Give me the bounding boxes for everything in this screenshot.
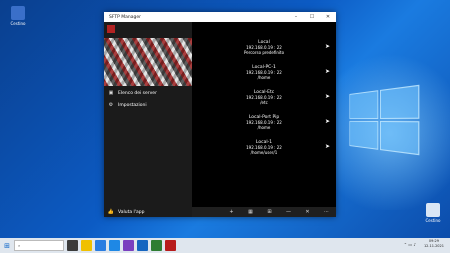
more-icon[interactable]: ⋯	[317, 209, 336, 215]
command-bar: + ▦ ⊞ — ✕ ⋯	[192, 207, 336, 217]
app-window: SFTP Manager – ☐ ✕ ▣ Elenco dei server ⚙…	[104, 12, 336, 217]
title-bar[interactable]: SFTP Manager – ☐ ✕	[104, 12, 336, 22]
server-path: /etc	[260, 100, 268, 105]
recycle-bin-icon	[426, 203, 440, 217]
taskbar-app-task-view[interactable]	[67, 240, 78, 251]
windows-wallpaper-logo	[349, 84, 421, 156]
nav-item-label: Impostazioni	[118, 102, 147, 108]
minimize-button[interactable]: –	[288, 14, 304, 20]
server-path: /home/user/1	[250, 150, 278, 155]
desktop-icon-recycle-bin-2[interactable]: Cestino	[418, 203, 448, 223]
server-list-icon: ▣	[108, 90, 114, 96]
taskbar-app-vscode[interactable]	[137, 240, 148, 251]
hamburger-menu-button[interactable]	[107, 25, 115, 33]
clock-date: 12.11.2021	[423, 244, 444, 248]
server-item[interactable]: Local-1 192.168.0.19 : 22 /home/user/1 ➤	[192, 140, 336, 155]
search-box[interactable]: ⌕	[14, 240, 64, 251]
connect-arrow-icon[interactable]: ➤	[325, 119, 330, 125]
server-item[interactable]: Local 192.168.0.19 : 22 Percorso predefi…	[192, 40, 336, 55]
clock[interactable]: 09:29 12.11.2021	[424, 239, 444, 249]
taskbar-app-sftp-manager[interactable]	[165, 240, 176, 251]
search-icon: ⌕	[18, 243, 21, 248]
nav-item-server-list[interactable]: ▣ Elenco dei server	[104, 88, 192, 98]
nav-item-label: Valuta l'app	[118, 209, 145, 215]
taskbar-app-store[interactable]	[109, 240, 120, 251]
system-tray-icons[interactable]: ⌃ ▭ ♪	[404, 242, 416, 247]
tiles-icon[interactable]: ⊞	[260, 209, 279, 215]
thumbs-up-icon: 👍	[107, 209, 115, 215]
recycle-bin-icon	[11, 6, 25, 20]
taskbar-app-edge[interactable]	[95, 240, 106, 251]
taskbar-app-explorer[interactable]	[81, 240, 92, 251]
start-button[interactable]: ⊞	[0, 242, 14, 250]
server-path: /home	[257, 75, 271, 80]
window-title: SFTP Manager	[109, 14, 141, 20]
gear-icon: ⚙	[108, 102, 114, 108]
connect-arrow-icon[interactable]: ➤	[325, 144, 330, 150]
taskbar: ⊞ ⌕ ⌃ ▭ ♪ 09:29 12.11.2021	[0, 238, 450, 253]
connect-arrow-icon[interactable]: ➤	[325, 69, 330, 75]
server-path: /home	[257, 125, 271, 130]
server-item[interactable]: Local-PC-1 192.168.0.19 : 22 /home ➤	[192, 65, 336, 80]
server-list: Local 192.168.0.19 : 22 Percorso predefi…	[192, 22, 336, 207]
delete-icon[interactable]: ✕	[298, 209, 317, 215]
nav-item-label: Elenco dei server	[118, 90, 157, 96]
nav-item-rate-app[interactable]: 👍 Valuta l'app	[104, 207, 192, 217]
server-item[interactable]: Local-Etc 192.168.0.19 : 22 /etc ➤	[192, 90, 336, 105]
close-button[interactable]: ✕	[320, 14, 336, 20]
add-icon[interactable]: +	[222, 209, 241, 215]
grid-view-icon[interactable]: ▦	[241, 209, 260, 215]
connect-arrow-icon[interactable]: ➤	[325, 44, 330, 50]
desktop-icon-label: Cestino	[10, 21, 26, 26]
desktop-icon-recycle-bin[interactable]: Cestino	[3, 6, 33, 26]
taskbar-app-terminal[interactable]	[151, 240, 162, 251]
hero-image	[104, 38, 192, 86]
nav-item-settings[interactable]: ⚙ Impostazioni	[104, 100, 192, 110]
navigation-pane: ▣ Elenco dei server ⚙ Impostazioni 👍 Val…	[104, 22, 192, 217]
minus-icon[interactable]: —	[279, 209, 298, 215]
server-item[interactable]: Local-Port Pip 192.168.0.19 : 22 /home ➤	[192, 115, 336, 130]
connect-arrow-icon[interactable]: ➤	[325, 94, 330, 100]
server-path: Percorso predefinito	[243, 50, 285, 55]
maximize-button[interactable]: ☐	[304, 14, 320, 20]
desktop-icon-label: Cestino	[425, 218, 441, 223]
taskbar-app-visual-studio[interactable]	[123, 240, 134, 251]
